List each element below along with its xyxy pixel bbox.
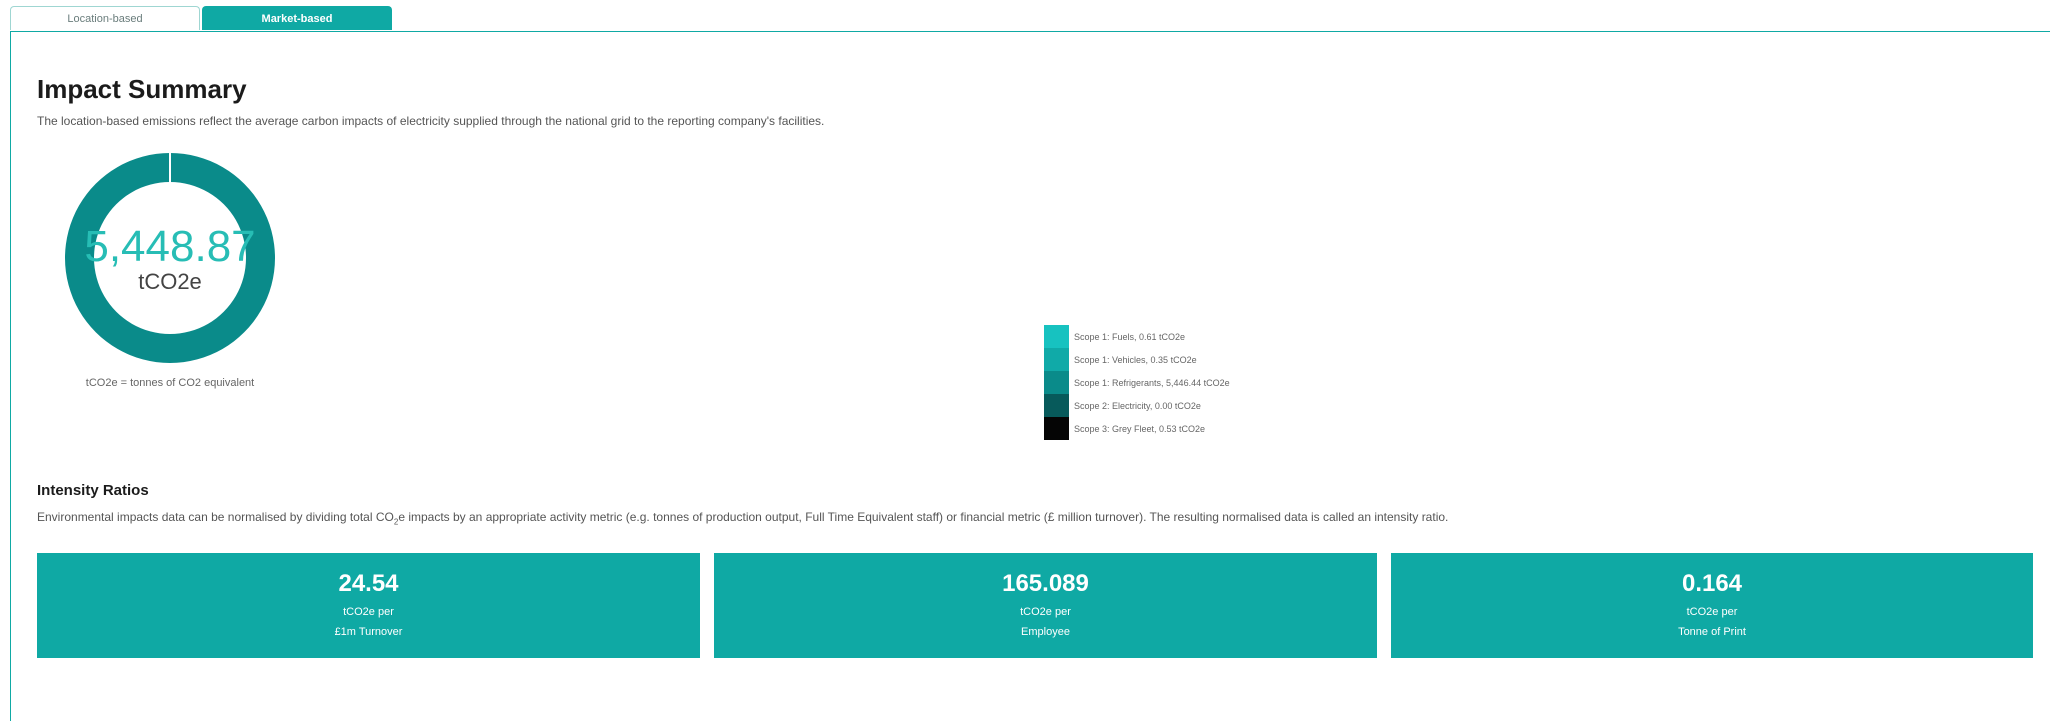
legend-swatch bbox=[1044, 394, 1069, 417]
intensity-desc-post: e impacts by an appropriate activity met… bbox=[398, 510, 1448, 524]
legend-swatch bbox=[1044, 371, 1069, 394]
intensity-card-turnover: 24.54 tCO2e per £1m Turnover bbox=[37, 553, 700, 658]
legend-label: Scope 1: Refrigerants, 5,446.44 tCO2e bbox=[1074, 378, 1230, 388]
chart-legend: Scope 1: Fuels, 0.61 tCO2e Scope 1: Vehic… bbox=[1044, 325, 1230, 440]
card-metric: Employee bbox=[1021, 626, 1070, 638]
intensity-desc-pre: Environmental impacts data can be normal… bbox=[37, 510, 394, 524]
card-value: 24.54 bbox=[338, 570, 398, 598]
legend-item[interactable]: Scope 1: Fuels, 0.61 tCO2e bbox=[1044, 325, 1230, 348]
tab-location-based[interactable]: Location-based bbox=[10, 6, 200, 30]
intensity-card-employee: 165.089 tCO2e per Employee bbox=[714, 553, 1377, 658]
card-metric: £1m Turnover bbox=[335, 626, 403, 638]
legend-swatch bbox=[1044, 417, 1069, 440]
legend-label: Scope 1: Fuels, 0.61 tCO2e bbox=[1074, 332, 1185, 342]
unit-note: tCO2e = tonnes of CO2 equivalent bbox=[35, 377, 305, 389]
donut-total-value: 5,448.87 bbox=[65, 223, 275, 271]
card-unit: tCO2e per bbox=[343, 606, 394, 618]
legend-label: Scope 3: Grey Fleet, 0.53 tCO2e bbox=[1074, 424, 1205, 434]
card-value: 165.089 bbox=[1002, 570, 1089, 598]
intensity-description: Environmental impacts data can be normal… bbox=[37, 510, 1448, 526]
tab-market-based[interactable]: Market-based bbox=[202, 6, 392, 30]
intensity-title: Intensity Ratios bbox=[37, 482, 149, 499]
card-value: 0.164 bbox=[1682, 570, 1742, 598]
card-metric: Tonne of Print bbox=[1678, 626, 1746, 638]
card-unit: tCO2e per bbox=[1687, 606, 1738, 618]
tab-bar: Location-based Market-based bbox=[10, 6, 394, 32]
legend-swatch bbox=[1044, 348, 1069, 371]
page-title: Impact Summary bbox=[37, 74, 247, 105]
legend-item[interactable]: Scope 2: Electricity, 0.00 tCO2e bbox=[1044, 394, 1230, 417]
donut-total-unit: tCO2e bbox=[65, 269, 275, 295]
legend-swatch bbox=[1044, 325, 1069, 348]
legend-item[interactable]: Scope 1: Refrigerants, 5,446.44 tCO2e bbox=[1044, 371, 1230, 394]
legend-label: Scope 1: Vehicles, 0.35 tCO2e bbox=[1074, 355, 1197, 365]
legend-label: Scope 2: Electricity, 0.00 tCO2e bbox=[1074, 401, 1201, 411]
summary-description: The location-based emissions reflect the… bbox=[37, 114, 824, 128]
legend-item[interactable]: Scope 1: Vehicles, 0.35 tCO2e bbox=[1044, 348, 1230, 371]
card-unit: tCO2e per bbox=[1020, 606, 1071, 618]
intensity-card-print: 0.164 tCO2e per Tonne of Print bbox=[1391, 553, 2033, 658]
legend-item[interactable]: Scope 3: Grey Fleet, 0.53 tCO2e bbox=[1044, 417, 1230, 440]
donut-chart: 5,448.87 tCO2e bbox=[65, 153, 275, 363]
intensity-cards: 24.54 tCO2e per £1m Turnover 165.089 tCO… bbox=[37, 553, 2033, 658]
